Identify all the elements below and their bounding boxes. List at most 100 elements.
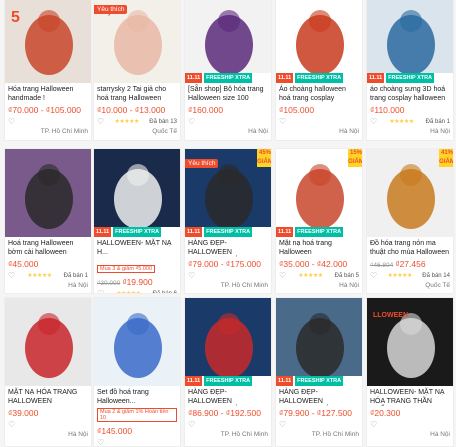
heart-icon[interactable]: ♡ [188,271,195,280]
promo-strip: 11.11 FREESHIP XTRA [185,376,271,386]
product-card[interactable]: 11.11FREESHIP XTRAHÀNG ĐẸP- HALLOWEEN HA… [275,297,363,447]
heart-icon[interactable]: ♡ [97,289,104,293]
heart-icon[interactable]: ♡ [279,271,286,280]
product-card[interactable]: Hoá trang Halloween bờm cài halloween ₫45… [4,148,92,294]
rating-stars-icon: ★★★★★ [116,291,141,294]
product-title[interactable]: Hoá trang Halloween bờm cài halloween [5,237,91,257]
sold-count: Đã bán 14 [422,272,450,279]
product-title[interactable]: starrysky 2 Tai giả cho hoá trang Hallow… [94,83,180,103]
product-image[interactable]: LLOWEEN [367,298,453,386]
product-title[interactable]: Set đồ hoá trang Halloween... [94,386,180,406]
heart-icon[interactable]: ♡ [188,420,195,429]
product-title[interactable]: MẶT NẠ HÓA TRANG HALLOWEEN [5,386,91,406]
product-title[interactable]: HÀNG ĐẸP- HALLOWEEN HALLOWEEN ÁO... [276,386,362,406]
product-title[interactable]: [Sẵn shop] Bộ hóa trang Halloween size 1… [185,83,271,103]
product-card[interactable]: MẶT NẠ HÓA TRANG HALLOWEEN ₫39.000 ♡ Hà Nội [4,297,92,447]
product-title[interactable]: Áo choàng halloween hoá trang cosplay [276,83,362,103]
product-image[interactable] [94,298,180,386]
product-card[interactable]: 15% GIẢM 11.11 FREESHIP XTRA Mặt nạ hoá tra… [275,148,363,294]
product-image[interactable] [5,149,91,237]
product-image[interactable]: 11.11 FREESHIP XTRA [185,0,271,83]
heart-icon[interactable]: ♡ [97,117,104,126]
sold-count: Đã bán 1 [63,272,88,279]
heart-icon[interactable]: ♡ [279,420,286,429]
current-price: ₫110.000 [370,105,405,115]
product-title[interactable]: HALLOWEEN- MẶT NẠ HÓA TRANG THẦN CHẾ... [367,386,453,406]
product-image[interactable]: 11.11 FREESHIP XTRA [276,0,362,83]
heart-icon[interactable]: ♡ [279,117,286,126]
product-price: ₫70.000 - ₫105.000 [5,103,91,115]
product-card[interactable]: 11.11 FREESHIP XTRA [Sẵn shop] Bộ hóa tran… [184,0,272,141]
current-price: ₫35.000 - ₫42.000 [279,259,348,269]
discount-badge: 41% GIẢM [439,149,454,167]
product-image[interactable]: Yêu thích 45% GIẢM 11.11 FREESHIP XTRA [185,149,272,237]
rating-stars-icon: ★★★★★ [114,119,140,125]
product-price: ₫30.000 ₫19.900 [94,275,180,287]
freeship-badge: FREESHIP XTRA [386,73,435,83]
favorite-badge: Yêu thích [185,159,219,168]
heart-icon[interactable]: ♡ [97,438,104,446]
promo-strip: 11.11 FREESHIP XTRA [185,73,271,83]
sold-count: Đã bán 6 [152,290,177,294]
product-card[interactable]: 11.11 FREESHIP XTRA Áo choàng halloween ho… [275,0,363,141]
product-image[interactable]: 11.11 FREESHIP XTRA [185,298,271,386]
image-overlay-text: 5 [11,9,20,26]
heart-icon[interactable]: ♡ [370,117,377,126]
product-image[interactable]: sky. vnYêu thích [94,0,180,83]
promo-1111-badge: 11.11 [94,227,112,237]
product-image[interactable]: 11.11 FREESHIP XTRA [367,0,453,83]
promo-tag: Mua 3 & giảm ₫5.000 [97,265,156,273]
product-title[interactable]: HÀNG ĐẸP- HALLOWEEN HALLOWEEN ÁO... [185,237,271,257]
heart-icon[interactable]: ♡ [8,117,15,126]
discount-badge: 45% GIẢM [257,149,272,167]
promo-1111-badge: 11.11 [276,227,294,237]
discount-badge: 15% GIẢM [348,149,363,167]
product-image[interactable]: 41% GIẢM [367,149,454,237]
product-meta: ♡ ★★★★★ Đã bán 14 [367,269,453,280]
heart-icon[interactable]: ♡ [370,420,377,429]
product-meta: ♡ ★★★★★ Đã bán 6 [94,287,180,294]
product-meta: ♡ [185,269,271,280]
promo-1111-badge: 11.11 [367,73,385,83]
product-title[interactable]: Mặt nạ hoá trang Halloween [276,237,362,257]
product-image[interactable]: 15% GIẢM 11.11 FREESHIP XTRA [276,149,363,237]
product-price: ₫46.804 ₫27.456 [367,257,453,269]
heart-icon[interactable]: ♡ [370,271,377,280]
product-price: ₫160.000 [185,103,271,115]
product-title[interactable]: HALLOWEEN- MẶT NẠ H... [94,237,180,257]
product-title[interactable]: áo choàng sưng 3D hoá trang cosplay hall… [367,83,453,103]
product-title[interactable]: Đồ hóa trang nón ma thuật cho mùa Hallow… [367,237,453,257]
product-card[interactable]: 11.11FREESHIP XTRAHÀNG ĐẸP- HALLOWEEN HA… [184,297,272,447]
seller-location: Hà Nội [248,128,268,135]
product-card[interactable]: LLOWEEN HALLOWEEN- MẶT NẠ HÓA TRANG THẦN … [366,297,454,447]
product-meta: ♡ [185,418,271,429]
product-meta: ♡ [94,436,180,446]
product-image[interactable] [5,298,91,386]
product-title[interactable]: Hóa trang Halloween handmade ! [5,83,91,103]
heart-icon[interactable]: ♡ [8,271,15,280]
product-title[interactable]: HÀNG ĐẸP- HALLOWEEN HALLOWEEN ÁO... [185,386,271,406]
seller-location: Hà Nội [68,282,88,289]
product-card[interactable]: Yêu thích 45% GIẢM 11.11 FREESHIP XTRA HÀNG … [184,148,272,294]
promo-1111-badge: 11.11 [185,227,203,237]
product-price: ₫35.000 - ₫42.000 [276,257,362,269]
product-image[interactable]: 5 [5,0,91,83]
current-price: ₫45.000 [8,259,39,269]
product-card[interactable]: 11.11 FREESHIP XTRA áo choàng sưng 3D hoá … [366,0,454,141]
heart-icon[interactable]: ♡ [188,117,195,126]
freeship-badge: FREESHIP XTRA [295,376,344,386]
product-meta: ♡ ★★★★★ Đã bán 13 [94,115,180,126]
seller-location: Quốc Tế [152,128,177,135]
seller-location: TP. Hồ Chí Minh [311,431,359,438]
product-card[interactable]: 11.11 FREESHIP XTRA HALLOWEEN- MẶT NẠ H...… [93,148,181,294]
product-image[interactable]: 11.11 FREESHIP XTRA [276,298,362,386]
product-card[interactable]: 41% GIẢM Đồ hóa trang nón ma thuật cho mù… [366,148,454,294]
product-card[interactable]: sky. vnYêu thíchstarrysky 2 Tai giả cho … [93,0,181,141]
seller-location: Hà Nội [430,128,450,135]
heart-icon[interactable]: ♡ [8,420,15,429]
product-card[interactable]: Set đồ hoá trang Halloween... Mua 2 & giả… [93,297,181,447]
product-image[interactable]: 11.11 FREESHIP XTRA [94,149,180,237]
product-card[interactable]: 5 Hóa trang Halloween handmade ! ₫70.000 -… [4,0,92,141]
rating-stars-icon: ★★★★★ [387,273,413,279]
seller-location: TP. Hồ Chí Minh [220,282,268,289]
